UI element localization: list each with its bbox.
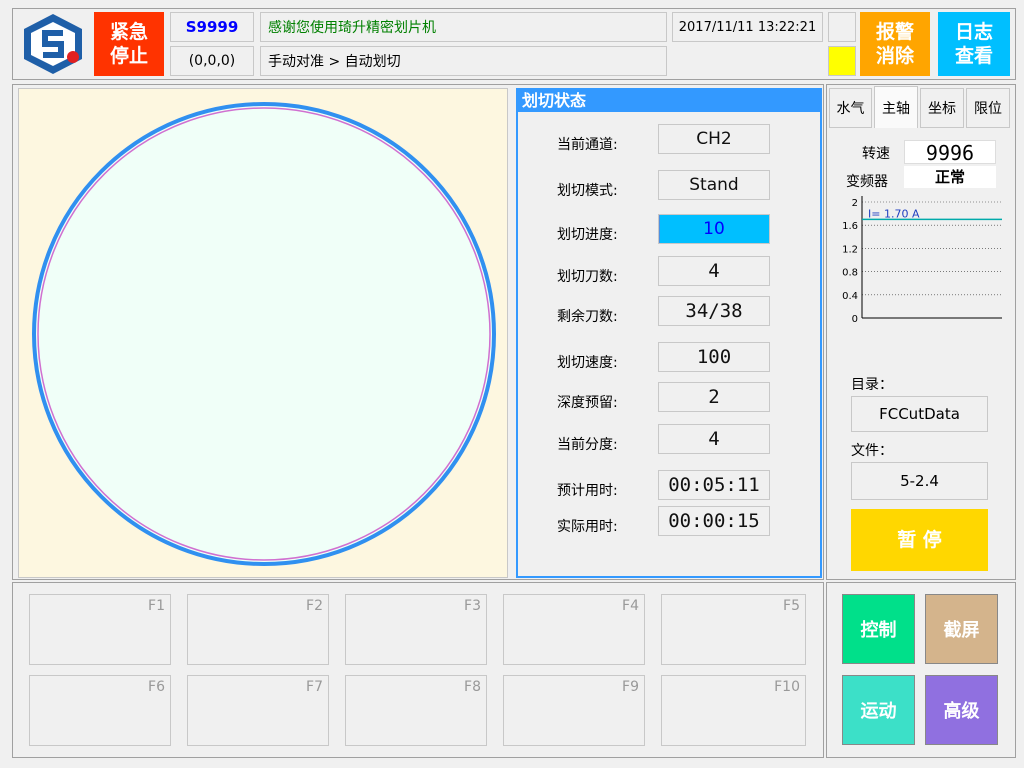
current-chart: 2 1.6 1.2 0.8 0.4 0 I= 1.70 A (834, 192, 1010, 326)
function-key-f3[interactable]: F3 (345, 594, 487, 665)
spindle-speed-value: 9996 (904, 140, 996, 165)
current-index-label: 当前分度: (557, 437, 618, 453)
inverter-status: 正常 (904, 166, 996, 188)
file-value[interactable]: 5-2.4 (851, 462, 988, 500)
estimated-time-label: 预计用时: (557, 483, 618, 499)
cut-progress-label: 划切进度: (557, 227, 618, 243)
actual-time-label: 实际用时: (557, 519, 618, 535)
wafer-view[interactable] (18, 88, 508, 578)
function-key-f6[interactable]: F6 (29, 675, 171, 746)
function-key-label: F9 (622, 679, 639, 695)
cut-mode-label: 划切模式: (557, 183, 618, 199)
breadcrumb: 手动对准 > 自动划切 (260, 46, 667, 76)
chart-annotation: I= 1.70 A (868, 207, 920, 220)
blank-indicator (828, 12, 856, 42)
function-key-label: F7 (306, 679, 323, 695)
cut-status-panel (516, 88, 822, 578)
tab-limits[interactable]: 限位 (966, 88, 1010, 128)
cut-progress-fill (659, 215, 660, 243)
alarm-clear-button[interactable]: 报警 消除 (860, 12, 930, 76)
program-id: S9999 (170, 12, 254, 42)
emergency-stop-button[interactable]: 紧急 停止 (94, 12, 164, 76)
welcome-message: 感谢您使用琦升精密划片机 (260, 12, 667, 42)
log-view-button[interactable]: 日志 查看 (938, 12, 1010, 76)
function-key-f4[interactable]: F4 (503, 594, 645, 665)
function-key-label: F6 (148, 679, 165, 695)
current-channel-value: CH2 (658, 124, 770, 154)
cut-count-value: 4 (658, 256, 770, 286)
function-key-label: F4 (622, 598, 639, 614)
logo (19, 11, 87, 77)
actual-time-value: 00:00:15 (658, 506, 770, 536)
function-key-label: F8 (464, 679, 481, 695)
function-key-f5[interactable]: F5 (661, 594, 806, 665)
function-key-f10[interactable]: F10 (661, 675, 806, 746)
status-indicator-light (828, 46, 856, 76)
control-button[interactable]: 控制 (842, 594, 915, 664)
motion-button[interactable]: 运动 (842, 675, 915, 745)
depth-reserve-value: 2 (658, 382, 770, 412)
pause-button[interactable]: 暂 停 (851, 509, 988, 571)
current-channel-label: 当前通道: (557, 137, 618, 153)
remaining-cuts-label: 剩余刀数: (557, 309, 618, 325)
function-key-label: F2 (306, 598, 323, 614)
estimated-time-value: 00:05:11 (658, 470, 770, 500)
inverter-label: 变频器 (846, 174, 888, 190)
function-key-f1[interactable]: F1 (29, 594, 171, 665)
directory-value[interactable]: FCCutData (851, 396, 988, 432)
tab-spindle[interactable]: 主轴 (874, 86, 918, 128)
datetime-display: 2017/11/11 13:22:21 (672, 12, 823, 42)
tab-water-air[interactable]: 水气 (829, 88, 872, 128)
coordinate-readout: (0,0,0) (170, 46, 254, 76)
function-key-label: F1 (148, 598, 165, 614)
current-index-value: 4 (658, 424, 770, 454)
tab-coordinates[interactable]: 坐标 (920, 88, 964, 128)
chart-y-tick-label: 0.4 (842, 291, 858, 302)
chart-y-tick-label: 1.6 (842, 221, 858, 232)
function-key-f8[interactable]: F8 (345, 675, 487, 746)
cut-count-label: 划切刀数: (557, 269, 618, 285)
spindle-speed-label: 转速 (862, 146, 890, 162)
function-key-label: F5 (783, 598, 800, 614)
chart-y-tick-label: 0.8 (842, 268, 858, 279)
directory-label: 目录： (851, 377, 893, 393)
file-label: 文件： (851, 443, 893, 459)
chart-y-tick-label: 2 (852, 198, 858, 209)
remaining-cuts-value: 34/38 (658, 296, 770, 326)
chart-y-tick-label: 1.2 (842, 244, 858, 255)
depth-reserve-label: 深度预留: (557, 395, 618, 411)
function-key-label: F10 (774, 679, 800, 695)
function-key-f9[interactable]: F9 (503, 675, 645, 746)
cut-speed-value: 100 (658, 342, 770, 372)
advanced-button[interactable]: 高级 (925, 675, 998, 745)
cut-status-title: 划切状态 (518, 90, 820, 112)
screenshot-button[interactable]: 截屏 (925, 594, 998, 664)
cut-progress-value: 10 (658, 214, 770, 244)
cut-mode-value: Stand (658, 170, 770, 200)
function-key-f2[interactable]: F2 (187, 594, 329, 665)
cut-speed-label: 划切速度: (557, 355, 618, 371)
function-key-label: F3 (464, 598, 481, 614)
cut-progress-text: 10 (703, 219, 725, 239)
function-key-f7[interactable]: F7 (187, 675, 329, 746)
chart-y-tick-label: 0 (852, 314, 858, 325)
